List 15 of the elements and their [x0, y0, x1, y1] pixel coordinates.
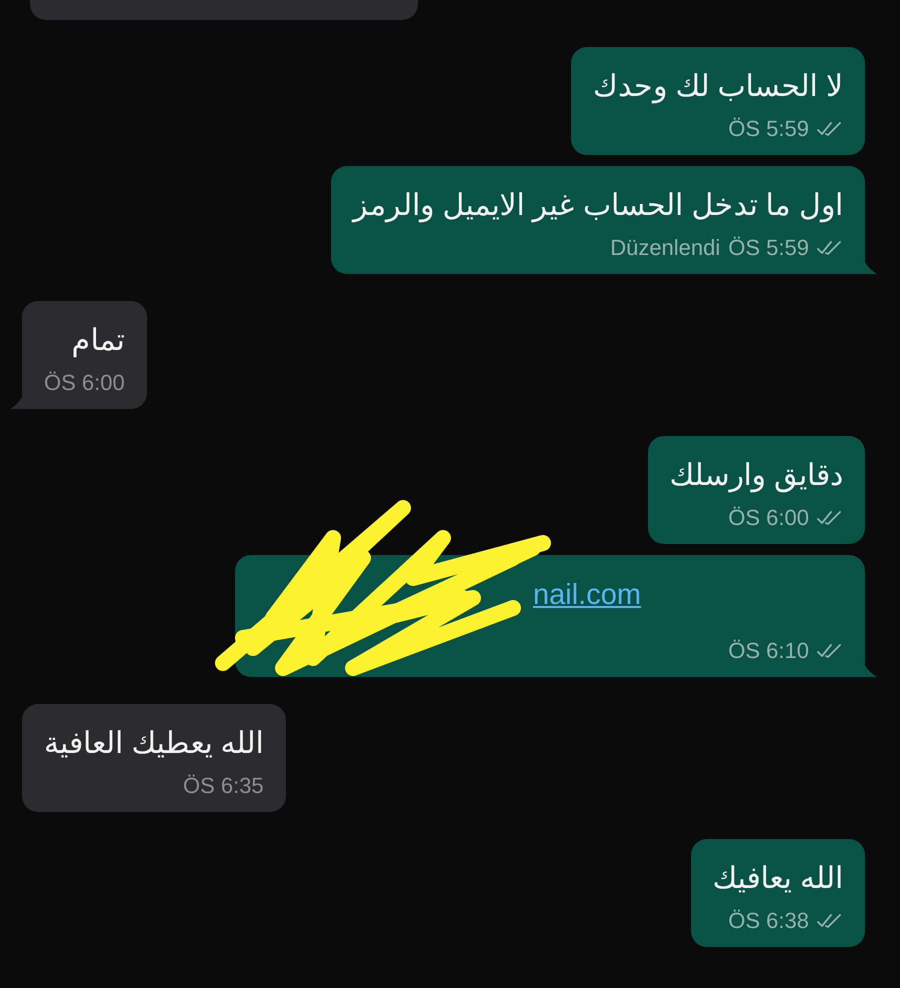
message-time: ÖS 5:59 [728, 234, 809, 262]
message-time: ÖS 6:38 [728, 907, 809, 935]
message-text: الله يعافيك [712, 861, 843, 897]
message-text: الله يعطيك العافية [44, 726, 264, 762]
message-text: لا الحساب لك وحدك [592, 69, 843, 106]
message-time: ÖS 6:00 [44, 369, 125, 397]
message-time: ÖS 5:59 [728, 115, 809, 143]
message-text: تمام [70, 323, 125, 360]
email-link[interactable]: nail.com [533, 579, 641, 611]
message-time: ÖS 6:10 [728, 637, 809, 665]
edited-label: Düzenlendi [610, 234, 720, 262]
message-time: ÖS 6:35 [182, 772, 264, 800]
message-time: ÖS 6:00 [728, 504, 809, 532]
message-text: دقايق وارسلك [670, 458, 843, 494]
message-text: اول ما تدخل الحساب غير الايميل والرمز [352, 188, 843, 224]
